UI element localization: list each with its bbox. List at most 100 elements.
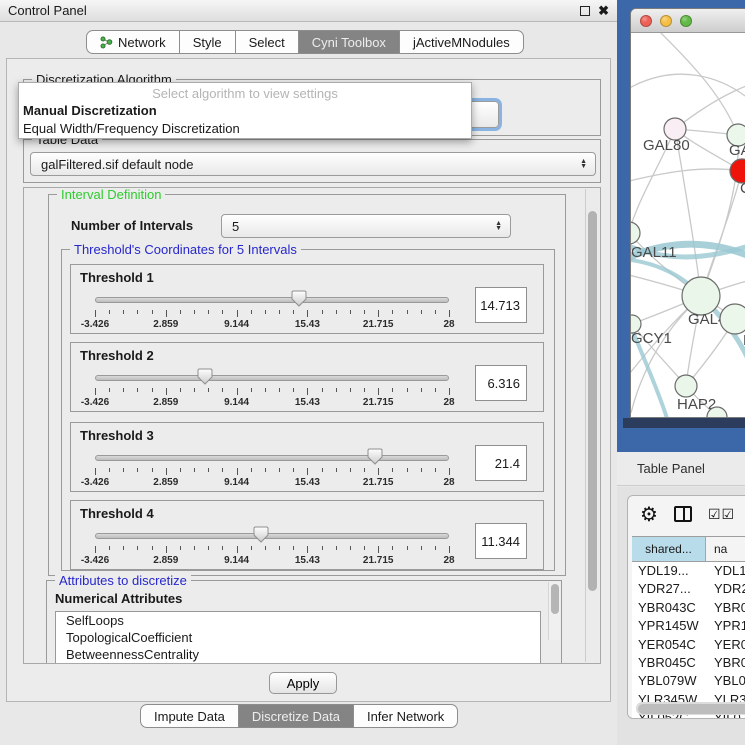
slider-track[interactable] xyxy=(95,375,449,381)
tick-mark xyxy=(336,468,337,472)
tab-network[interactable]: Network xyxy=(86,30,180,54)
tick-mark xyxy=(137,310,138,314)
column-header-shared-name[interactable]: shared... xyxy=(632,537,706,561)
node-label: GAL80 xyxy=(643,137,690,154)
tab-discretize-data[interactable]: Discretize Data xyxy=(239,704,354,728)
mac-close-button[interactable] xyxy=(640,15,652,27)
tick-mark xyxy=(222,468,223,472)
threshold-value-field[interactable]: 11.344 xyxy=(475,523,527,559)
column-header-name[interactable]: na xyxy=(706,537,745,561)
tab-jactivemnodules[interactable]: jActiveMNodules xyxy=(400,30,524,54)
tick-mark xyxy=(279,468,280,472)
select-columns-icon[interactable]: ☑☑ xyxy=(708,506,735,523)
table-header-row: shared... na xyxy=(632,536,745,562)
tick-mark xyxy=(222,546,223,550)
cell-shared-name: YDR27... xyxy=(632,580,706,598)
popup-item-equal-width-frequency-discretization[interactable]: Equal Width/Frequency Discretization xyxy=(19,120,471,138)
slider-track[interactable] xyxy=(95,455,449,461)
tick-label: 2.859 xyxy=(136,555,196,566)
tick-mark xyxy=(407,468,408,472)
tab-select[interactable]: Select xyxy=(236,30,299,54)
tick-mark xyxy=(293,546,294,550)
tick-mark xyxy=(435,388,436,392)
tick-mark xyxy=(109,310,110,314)
node-gal11[interactable] xyxy=(631,222,640,244)
tick-mark xyxy=(265,310,266,314)
list-item-betweennesscentrality[interactable]: BetweennessCentrality xyxy=(56,646,540,663)
tick-mark xyxy=(378,388,379,395)
tick-label: -3.426 xyxy=(65,477,125,488)
tick-mark xyxy=(123,468,124,472)
slider-track[interactable] xyxy=(95,533,449,539)
table-row[interactable]: YDR27...YDR2 xyxy=(632,580,745,598)
threshold-slider[interactable]: -3.4262.8599.14415.4321.71528 xyxy=(89,525,455,569)
tick-mark xyxy=(152,388,153,392)
slider-thumb[interactable] xyxy=(253,526,269,543)
threshold-slider[interactable]: -3.4262.8599.14415.4321.71528 xyxy=(89,289,455,333)
threshold-value-field[interactable]: 14.713 xyxy=(475,287,527,323)
horizontal-scrollbar[interactable] xyxy=(636,702,745,715)
tick-mark xyxy=(364,310,365,314)
gear-icon[interactable]: ⚙ xyxy=(640,502,658,527)
tick-label: -3.426 xyxy=(65,397,125,408)
vertical-scrollbar[interactable] xyxy=(585,189,599,662)
tick-mark xyxy=(449,388,450,395)
slider-track[interactable] xyxy=(95,297,449,303)
table-row[interactable]: YER054CYER0 xyxy=(632,636,745,654)
slider-thumb[interactable] xyxy=(197,368,213,385)
tick-mark xyxy=(95,468,96,475)
close-icon[interactable]: ✖ xyxy=(598,5,609,16)
node-hap2[interactable] xyxy=(675,375,697,397)
window-bottom-edge xyxy=(623,418,745,428)
node-gal4[interactable] xyxy=(682,277,720,315)
table-toolbar: ⚙ ☑☑ xyxy=(628,496,745,532)
numerical-attributes-label: Numerical Attributes xyxy=(55,591,182,606)
group-label: Threshold's Coordinates for 5 Intervals xyxy=(70,242,301,257)
table-row[interactable]: YDL19...YDL1 xyxy=(632,562,745,580)
table-data-combobox[interactable]: galFiltered.sif default node ▲▼ xyxy=(30,152,596,176)
tick-mark xyxy=(166,388,167,395)
tick-mark xyxy=(109,468,110,472)
list-scrollbar[interactable] xyxy=(548,582,560,640)
tick-mark xyxy=(307,468,308,475)
tab-cyni-toolbox[interactable]: Cyni Toolbox xyxy=(299,30,400,54)
apply-button[interactable]: Apply xyxy=(269,672,337,694)
threshold-value-field[interactable]: 21.4 xyxy=(475,445,527,481)
num-intervals-combobox[interactable]: 5 ▲▼ xyxy=(221,214,511,238)
threshold-panel: Threshold 3 -3.4262.8599.14415.4321.7152… xyxy=(70,422,544,492)
mac-minimize-button[interactable] xyxy=(660,15,672,27)
threshold-panel: Threshold 2 -3.4262.8599.14415.4321.7152… xyxy=(70,342,544,412)
numerical-attributes-list[interactable]: SelfLoopsTopologicalCoefficientBetweenne… xyxy=(55,611,541,664)
threshold-slider[interactable]: -3.4262.8599.14415.4321.71528 xyxy=(89,447,455,491)
attributes-group: Attributes to discretize Numerical Attri… xyxy=(46,580,562,664)
popup-item-manual-discretization[interactable]: Manual Discretization xyxy=(19,102,471,120)
tick-mark xyxy=(322,310,323,314)
slider-thumb[interactable] xyxy=(367,448,383,465)
table-row[interactable]: YBL079WYBL0 xyxy=(632,672,745,690)
table-row[interactable]: YBR045CYBR0 xyxy=(632,654,745,672)
table-row[interactable]: YBR043CYBR0 xyxy=(632,599,745,617)
stepper-arrows-icon: ▲▼ xyxy=(580,159,587,169)
split-columns-icon[interactable] xyxy=(674,506,692,522)
bottom-tabbar: Impute DataDiscretize DataInfer Network xyxy=(140,704,458,728)
tick-mark xyxy=(95,546,96,553)
tab-infer-network[interactable]: Infer Network xyxy=(354,704,458,728)
threshold-label: Threshold 2 xyxy=(80,348,154,363)
slider-thumb[interactable] xyxy=(291,290,307,307)
table-row[interactable]: YPR145WYPR1 xyxy=(632,617,745,635)
tick-mark xyxy=(293,388,294,392)
settings-scrollpane: Interval Definition Number of Intervals … xyxy=(23,187,601,664)
list-item-topologicalcoefficient[interactable]: TopologicalCoefficient xyxy=(56,629,540,646)
tab-style[interactable]: Style xyxy=(180,30,236,54)
tab-impute-data[interactable]: Impute Data xyxy=(140,704,239,728)
cell-name: YER0 xyxy=(706,636,745,654)
tick-mark xyxy=(237,546,238,553)
threshold-value-field[interactable]: 6.316 xyxy=(475,365,527,401)
float-window-icon[interactable] xyxy=(580,6,590,16)
network-graph[interactable]: GAL80GACGAL11GAL4GCY1HHAP2 xyxy=(631,33,745,418)
tick-label: 9.144 xyxy=(207,397,267,408)
mac-zoom-button[interactable] xyxy=(680,15,692,27)
threshold-slider[interactable]: -3.4262.8599.14415.4321.71528 xyxy=(89,367,455,411)
list-item-selfloops[interactable]: SelfLoops xyxy=(56,612,540,629)
node-h[interactable] xyxy=(720,304,745,334)
